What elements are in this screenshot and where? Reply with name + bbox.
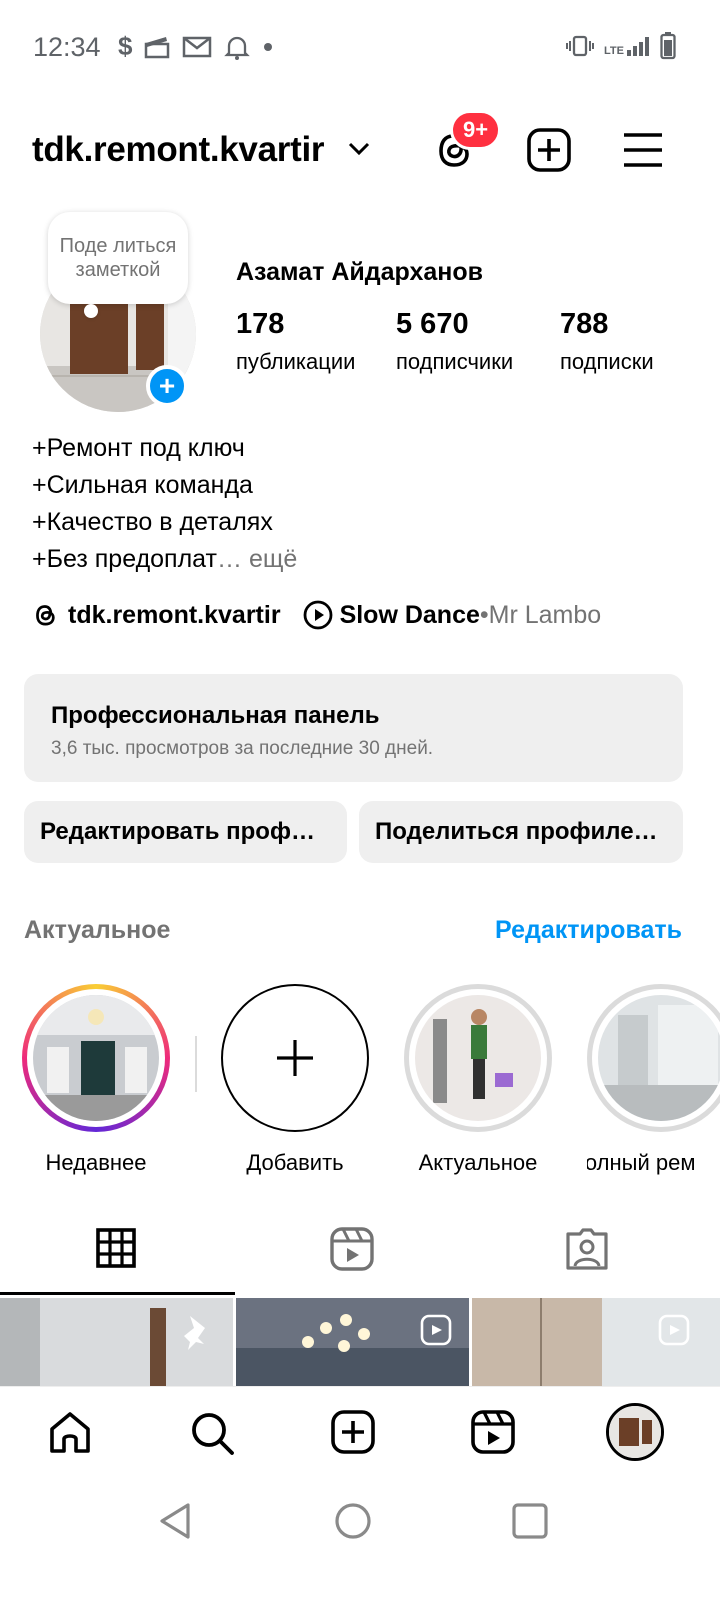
profile-bio: +Ремонт под ключ +Сильная команда +Качес… [32,430,297,578]
mail-icon [183,36,212,57]
clapper-icon [145,36,170,58]
network-type: LTE [604,45,624,57]
bio-line: +Качество в деталях [32,508,273,536]
bio-ellipsis: … [217,545,242,573]
note-tail [84,304,98,318]
content-tabs [0,1212,720,1296]
status-time: 12:34 [33,32,101,62]
battery-icon [660,32,676,60]
nav-reels[interactable] [470,1409,518,1457]
highlight-thumbnail [598,995,720,1121]
highlight-ring [587,984,720,1132]
music-separator: • [479,600,489,629]
highlight-item[interactable]: полный рем [587,984,720,1176]
bio-line: +Ремонт под ключ [32,434,245,462]
plus-square-icon [331,1410,375,1454]
pro-panel-title: Профессиональная панель [51,702,380,729]
music-artist[interactable]: Mr Lambo [489,601,602,630]
stat-posts-label: публикации [236,349,356,374]
tab-posts-grid[interactable] [94,1226,142,1274]
highlight-label: Добавить [246,1150,344,1175]
active-tab-indicator [0,1292,235,1295]
back-icon[interactable] [156,1501,196,1541]
edit-profile-button[interactable]: Редактировать проф… [24,801,347,863]
highlight-label: Недавнее [45,1150,147,1175]
threads-icon [36,605,55,626]
status-bar: 12:34 $ LTE [0,0,720,96]
nav-home[interactable] [46,1409,94,1457]
tab-reels[interactable] [329,1226,377,1274]
search-icon [192,1413,234,1455]
lte-signal-icon: LTE [604,36,650,57]
profile-avatar-small [609,1406,661,1458]
bio-line-last: +Без предоплат… ещё [32,541,297,578]
tagged-icon [566,1228,608,1270]
menu-button[interactable] [618,125,668,175]
plus-square-icon [527,128,571,172]
bio-line: +Сильная команда [32,471,253,499]
grid-icon [96,1228,136,1268]
highlight-thumbnail [415,995,541,1121]
highlight-ring [22,984,170,1132]
highlight-item[interactable]: Актуальное [404,984,552,1176]
grid-post[interactable] [236,1298,469,1386]
stat-following-value: 788 [560,308,609,340]
stat-posts[interactable]: 178 публикации [236,308,355,375]
highlights-edit-link[interactable]: Редактировать [495,916,682,945]
stat-followers-value: 5 670 [396,308,469,340]
highlight-label: полный рем [587,1150,696,1175]
share-profile-button[interactable]: Поделиться профиле… [359,801,683,863]
grid-post[interactable] [472,1298,720,1386]
nav-profile[interactable] [606,1403,664,1461]
profile-links: tdk.remont.kvartir Slow Dance • Mr Lambo [32,600,601,630]
recents-icon[interactable] [510,1501,550,1541]
stat-following[interactable]: 788 подписки [560,308,654,375]
plus-icon [277,1040,313,1076]
reels-icon [330,1227,374,1271]
highlight-thumbnail [33,995,159,1121]
reels-icon [471,1410,515,1454]
nav-search[interactable] [188,1409,236,1457]
note-bubble[interactable]: Поде литься заметкой [48,212,188,304]
chevron-down-icon[interactable] [346,138,372,160]
highlight-divider [195,1036,197,1092]
posts-grid [0,1298,720,1386]
professional-dashboard[interactable]: Профессиональная панель 3,6 тыс. просмот… [24,674,683,782]
profile-full-name: Азамат Айдарханов [236,258,483,286]
bio-line: +Без предоплат [32,545,217,573]
vibrate-icon [566,35,595,57]
stat-posts-value: 178 [236,308,285,340]
hamburger-icon [624,133,662,167]
highlight-item[interactable]: Недавнее [22,984,170,1176]
bell-icon [224,36,251,60]
add-highlight-ring [221,984,369,1132]
nav-create[interactable] [330,1409,378,1457]
status-right-icons: LTE [566,32,676,60]
highlight-ring [404,984,552,1132]
pro-panel-subtitle: 3,6 тыс. просмотров за последние 30 дней… [51,738,434,759]
status-left-icons: $ [118,31,274,62]
grid-post[interactable] [0,1298,233,1386]
threads-link[interactable]: tdk.remont.kvartir [68,601,281,630]
highlights-title: Актуальное [24,916,171,944]
home-circle-icon[interactable] [333,1501,373,1541]
highlight-add[interactable]: Добавить [221,984,369,1176]
account-switcher-username[interactable]: tdk.remont.kvartir [32,130,324,170]
add-story-button[interactable]: + [146,365,188,407]
stat-following-label: подписки [560,349,654,374]
highlight-label: Актуальное [418,1150,538,1175]
bottom-navigation [0,1386,720,1480]
tab-tagged[interactable] [564,1226,612,1274]
stat-followers-label: подписчики [396,349,514,374]
stat-followers[interactable]: 5 670 подписчики [396,308,513,375]
home-icon [50,1412,90,1453]
play-circle-icon [303,600,332,630]
notification-badge: 9+ [450,110,502,150]
music-title[interactable]: Slow Dance [340,601,480,630]
system-navigation [0,1480,720,1600]
bio-more-link[interactable]: ещё [242,545,297,573]
create-button[interactable] [524,125,574,175]
dollar-icon: $ [118,31,133,61]
dot-icon [264,42,273,51]
